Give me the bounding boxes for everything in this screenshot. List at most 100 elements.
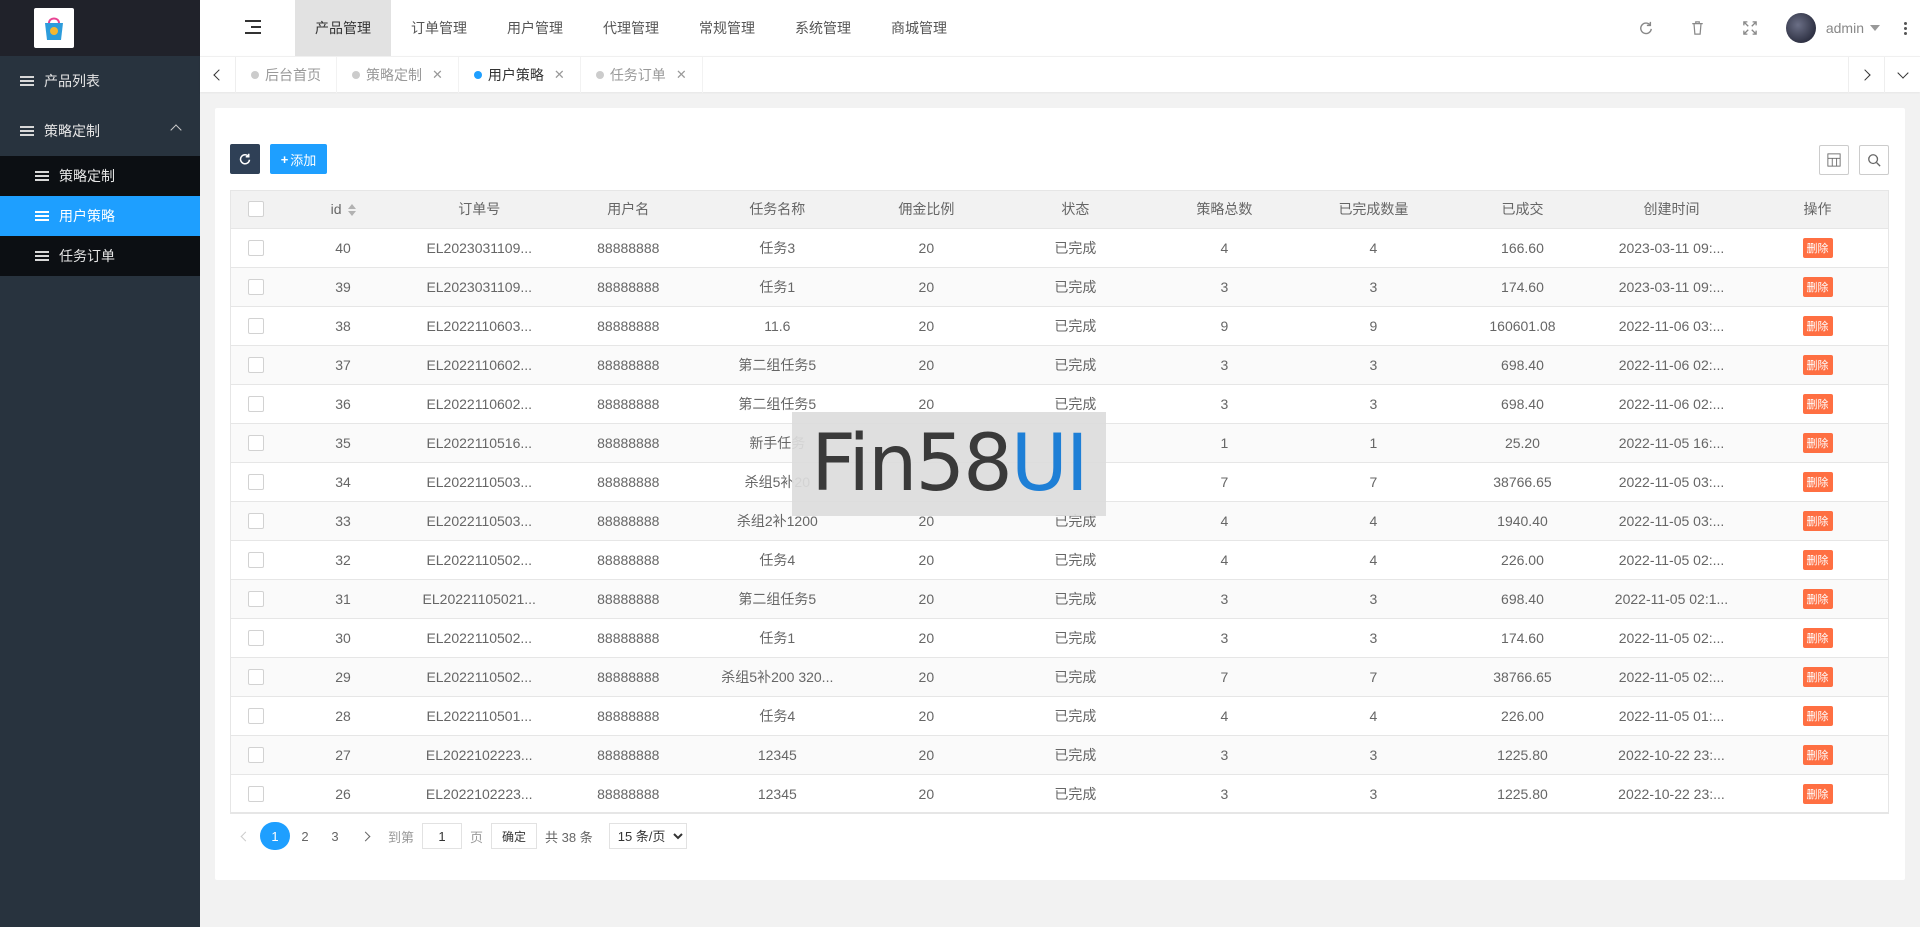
page-button-2[interactable]: 2 xyxy=(290,822,320,850)
delete-button[interactable]: 删除 xyxy=(1802,276,1833,297)
row-select-cell xyxy=(230,579,282,619)
cell-order-no: EL2022110602... xyxy=(404,384,554,424)
page-size-select[interactable]: 15 条/页 xyxy=(608,823,687,849)
delete-button[interactable]: 删除 xyxy=(1802,315,1833,336)
row-checkbox[interactable] xyxy=(247,591,264,608)
delete-button[interactable]: 删除 xyxy=(1802,432,1833,453)
sidebar-subitem-task-orders[interactable]: 任务订单 xyxy=(0,236,200,276)
delete-button[interactable]: 删除 xyxy=(1802,237,1833,258)
tab-task-orders[interactable]: 任务订单 ✕ xyxy=(581,57,703,93)
row-select-cell xyxy=(230,735,282,775)
row-checkbox[interactable] xyxy=(247,669,264,686)
menu-toggle-icon[interactable] xyxy=(245,20,261,34)
page-button-3[interactable]: 3 xyxy=(320,822,350,850)
close-icon[interactable]: ✕ xyxy=(676,67,687,83)
sort-icon[interactable] xyxy=(347,204,356,217)
tabs-menu-button[interactable] xyxy=(1884,57,1920,93)
close-icon[interactable]: ✕ xyxy=(554,67,565,83)
sidebar-item-strategy[interactable]: 策略定制 xyxy=(0,106,200,156)
nav-user-management[interactable]: 用户管理 xyxy=(487,0,583,56)
row-checkbox[interactable] xyxy=(247,435,264,452)
chevron-down-icon xyxy=(1896,67,1909,79)
row-checkbox[interactable] xyxy=(247,630,264,647)
cell-actions: 删除 xyxy=(1746,228,1889,268)
column-filter-button[interactable] xyxy=(1819,145,1849,175)
sidebar-item-label: 策略定制 xyxy=(44,123,100,139)
cell-commission: 20 xyxy=(851,540,1001,580)
nav-order-management[interactable]: 订单管理 xyxy=(391,0,487,56)
nav-mall-management[interactable]: 商城管理 xyxy=(871,0,967,56)
close-icon[interactable]: ✕ xyxy=(432,67,443,83)
row-checkbox[interactable] xyxy=(247,240,264,257)
page-button-1[interactable]: 1 xyxy=(260,822,290,850)
fullscreen-button[interactable] xyxy=(1724,0,1776,56)
fullscreen-icon xyxy=(1743,21,1757,35)
tabs-scroll-right-button[interactable] xyxy=(1848,57,1884,93)
tab-strategy-custom[interactable]: 策略定制 ✕ xyxy=(337,57,459,93)
search-toggle-button[interactable] xyxy=(1859,145,1889,175)
nav-general-management[interactable]: 常规管理 xyxy=(679,0,775,56)
add-button[interactable]: + 添加 xyxy=(270,144,327,174)
logo[interactable] xyxy=(34,8,74,48)
row-checkbox[interactable] xyxy=(247,513,264,530)
row-select-cell xyxy=(230,384,282,424)
delete-button[interactable]: 删除 xyxy=(1802,744,1833,765)
cell-username: 88888888 xyxy=(553,696,703,736)
sidebar-subitem-strategy-custom[interactable]: 策略定制 xyxy=(0,156,200,196)
delete-button[interactable]: 删除 xyxy=(1802,510,1833,531)
row-checkbox[interactable] xyxy=(247,474,264,491)
delete-button[interactable]: 删除 xyxy=(1802,627,1833,648)
cell-id: 37 xyxy=(281,345,405,385)
goto-page-input[interactable] xyxy=(422,823,463,849)
select-all-checkbox[interactable] xyxy=(247,201,264,218)
nav-product-management[interactable]: 产品管理 xyxy=(295,0,391,56)
more-options-icon[interactable] xyxy=(1890,21,1920,35)
next-page-button[interactable] xyxy=(350,822,380,850)
row-checkbox[interactable] xyxy=(247,279,264,296)
delete-button[interactable]: 删除 xyxy=(1802,783,1833,804)
table-refresh-button[interactable] xyxy=(230,144,260,174)
sidebar-item-product-list[interactable]: 产品列表 xyxy=(0,56,200,106)
delete-button[interactable]: 删除 xyxy=(1802,705,1833,726)
cell-completed-count: 4 xyxy=(1298,696,1448,736)
tabs-scroll-left-button[interactable] xyxy=(200,57,236,93)
row-checkbox[interactable] xyxy=(247,708,264,725)
delete-button[interactable]: 删除 xyxy=(1802,471,1833,492)
column-header-id[interactable]: id xyxy=(281,190,405,229)
table-row: 27 EL2022102223... 88888888 12345 20 已完成 3 3 122… xyxy=(230,735,1889,775)
goto-confirm-button[interactable]: 确定 xyxy=(491,823,538,849)
row-checkbox[interactable] xyxy=(247,786,264,803)
cell-username: 88888888 xyxy=(553,579,703,619)
tab-user-strategy[interactable]: 用户策略 ✕ xyxy=(459,57,581,93)
row-checkbox[interactable] xyxy=(247,747,264,764)
cell-id: 32 xyxy=(281,540,405,580)
row-checkbox[interactable] xyxy=(247,552,264,569)
watermark-text-accent: UI xyxy=(1010,419,1089,509)
prev-page-button[interactable] xyxy=(230,822,260,850)
row-checkbox[interactable] xyxy=(247,396,264,413)
row-checkbox[interactable] xyxy=(247,318,264,335)
cell-created-time: 2022-11-05 03:... xyxy=(1596,501,1747,541)
delete-button[interactable]: 删除 xyxy=(1802,549,1833,570)
cell-username: 88888888 xyxy=(553,423,703,463)
nav-system-management[interactable]: 系统管理 xyxy=(775,0,871,56)
refresh-page-button[interactable] xyxy=(1620,0,1672,56)
cell-task-name: 杀组5补200 320... xyxy=(702,657,852,697)
sidebar-subitem-user-strategy[interactable]: 用户策略 xyxy=(0,196,200,236)
cell-id: 38 xyxy=(281,306,405,346)
delete-button[interactable]: 删除 xyxy=(1802,393,1833,414)
tab-dashboard[interactable]: 后台首页 xyxy=(236,57,337,93)
cell-strategy-total: 4 xyxy=(1149,228,1299,268)
table-row: 38 EL2022110603... 88888888 11.6 20 已完成 9 9 1606… xyxy=(230,306,1889,346)
cell-id: 31 xyxy=(281,579,405,619)
row-checkbox[interactable] xyxy=(247,357,264,374)
sidebar-subitem-label: 用户策略 xyxy=(59,208,115,224)
delete-button[interactable]: 删除 xyxy=(1802,666,1833,687)
user-menu[interactable]: admin xyxy=(1776,13,1890,43)
cell-deal-amount: 226.00 xyxy=(1447,696,1597,736)
table-row: 29 EL2022110502... 88888888 杀组5补200 320... 2… xyxy=(230,657,1889,697)
clear-cache-button[interactable] xyxy=(1672,0,1724,56)
delete-button[interactable]: 删除 xyxy=(1802,354,1833,375)
delete-button[interactable]: 删除 xyxy=(1802,588,1833,609)
nav-agent-management[interactable]: 代理管理 xyxy=(583,0,679,56)
